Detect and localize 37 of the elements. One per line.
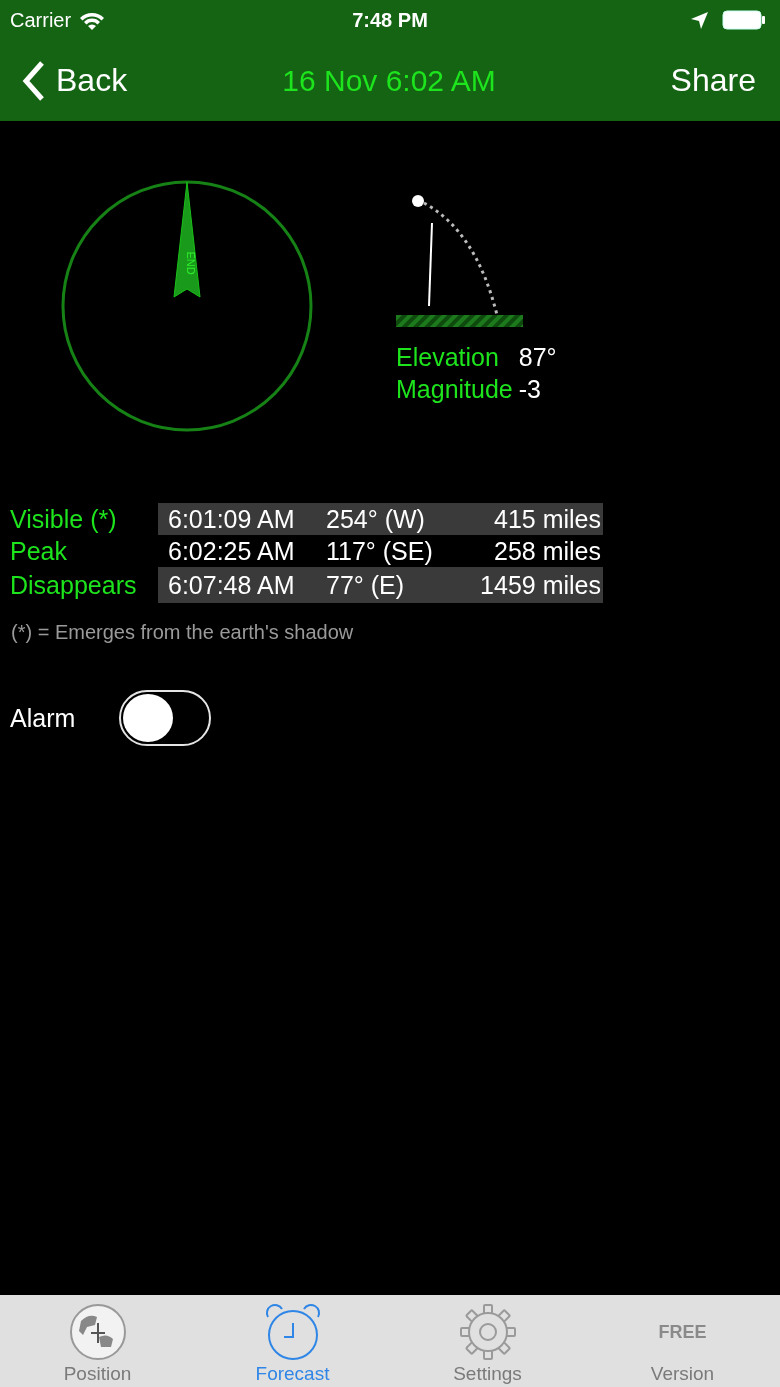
distance-cell-text: 1459 miles xyxy=(479,570,602,600)
event-label: Visible (*) xyxy=(9,504,118,534)
direction-cell-text: 254° (W) xyxy=(325,504,426,534)
reading-label: Magnitude xyxy=(396,374,513,405)
clock-time: 7:48 PM xyxy=(352,8,428,31)
reading-value: -3 xyxy=(518,374,542,405)
compass-drawing: END xyxy=(60,179,314,433)
globe-icon xyxy=(68,1303,127,1361)
carrier-label: Carrier xyxy=(10,8,72,32)
tab-bar-item[interactable]: Forecast xyxy=(195,1295,390,1387)
location-arrow-icon xyxy=(691,11,708,29)
wifi-icon xyxy=(79,10,106,30)
time-cell-text: 6:01:09 AM xyxy=(167,504,296,534)
event-label: Peak xyxy=(9,536,68,566)
event-label: Disappears xyxy=(9,570,138,600)
time-cell-text: 6:02:25 AM xyxy=(167,536,296,566)
tab-bar-item[interactable]: FREE Version xyxy=(585,1295,780,1387)
footnote-text: (*) = Emerges from the earth's shadow xyxy=(11,621,355,644)
alarm-toggle[interactable] xyxy=(119,690,212,746)
distance-cell-text: 258 miles xyxy=(493,536,602,566)
distance-cell-text: 415 miles xyxy=(493,504,602,534)
direction-cell-text: 117° (SE) xyxy=(325,536,434,566)
alarm-label: Alarm xyxy=(10,703,76,733)
tab-bar-item[interactable]: Settings xyxy=(390,1295,585,1387)
reading-label: Elevation xyxy=(396,342,500,373)
free-badge-icon: FREE xyxy=(658,1303,707,1361)
pass-date-title: 16 Nov 6:02 AM xyxy=(282,63,496,98)
direction-cell-text: 77° (E) xyxy=(325,570,406,600)
back-chevron-icon[interactable] xyxy=(22,60,46,101)
tab-bar-item[interactable]: Position xyxy=(0,1295,195,1387)
back-button[interactable]: Back xyxy=(56,62,128,99)
reading-value: 87° xyxy=(518,342,557,373)
alarm-clock-icon xyxy=(263,1303,322,1361)
settings-icon xyxy=(458,1303,517,1361)
battery-icon xyxy=(722,10,766,30)
time-cell-text: 6:07:48 AM xyxy=(167,570,296,600)
share-button[interactable]: Share xyxy=(670,62,756,99)
